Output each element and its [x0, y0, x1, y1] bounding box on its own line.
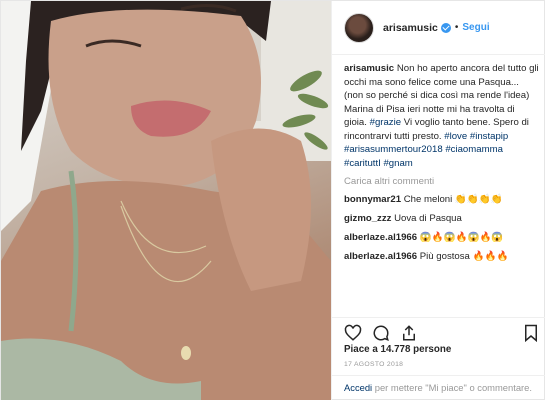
login-prompt: Accedi per mettere "Mi piace" o commenta… — [332, 375, 545, 400]
login-link[interactable]: Accedi — [344, 382, 372, 393]
header-username[interactable]: arisamusic — [383, 22, 438, 34]
comments-section: arisamusic Non ho aperto ancora del tutt… — [344, 62, 540, 263]
comment-username[interactable]: alberlaze.al1966 — [344, 251, 417, 262]
hashtag-love[interactable]: #love — [444, 131, 467, 142]
post-details-panel: arisamusic • Segui arisamusic Non ho ape… — [331, 1, 545, 400]
post-photo[interactable] — [1, 1, 331, 400]
load-more-comments-link[interactable]: Carica altri commenti — [344, 176, 540, 187]
hashtag-caritutti[interactable]: #carituttI — [344, 158, 381, 169]
hashtag-instapip[interactable]: #instapip — [470, 131, 508, 142]
hashtag-grazie[interactable]: #grazie — [370, 117, 401, 128]
hashtag-ciaomamma[interactable]: #ciaomamma — [445, 144, 503, 155]
comment-text: Che meloni 👏👏👏👏 — [403, 194, 503, 205]
comment-username[interactable]: bonnymar21 — [344, 194, 401, 205]
photo-illustration — [1, 1, 331, 400]
verified-badge-icon — [440, 22, 451, 33]
instagram-post: arisamusic • Segui arisamusic Non ho ape… — [0, 0, 545, 400]
post-caption: arisamusic Non ho aperto ancora del tutt… — [344, 62, 540, 170]
post-header: arisamusic • Segui — [332, 1, 545, 55]
caption-username[interactable]: arisamusic — [344, 63, 394, 74]
comment-text: Uova di Pasqua — [394, 213, 462, 224]
post-date: 17 AGOSTO 2018 — [344, 361, 404, 368]
comment-username[interactable]: alberlaze.al1966 — [344, 232, 417, 243]
hashtag-gnam[interactable]: #gnam — [383, 158, 412, 169]
comment-item: bonnymar21 Che meloni 👏👏👏👏 — [344, 193, 540, 206]
separator-dot: • — [454, 22, 459, 33]
action-bar — [332, 317, 545, 347]
avatar[interactable] — [344, 12, 374, 43]
comment-text: 😱🔥😱🔥😱🔥😱 — [419, 232, 504, 243]
comment-icon[interactable] — [372, 324, 390, 342]
bookmark-icon[interactable] — [522, 324, 540, 342]
comment-item: alberlaze.al1966 Più gostosa 🔥🔥🔥 — [344, 250, 540, 263]
hashtag-arisasummertour2018[interactable]: #arisasummertour2018 — [344, 144, 443, 155]
comment-text: Più gostosa 🔥🔥🔥 — [419, 251, 509, 262]
share-icon[interactable] — [400, 324, 418, 342]
login-text: per mettere "Mi piace" o commentare. — [372, 382, 532, 393]
likes-count[interactable]: Piace a 14.778 persone — [344, 344, 451, 355]
follow-button[interactable]: Segui — [462, 22, 489, 33]
comment-item: alberlaze.al1966 😱🔥😱🔥😱🔥😱 — [344, 231, 540, 244]
heart-icon[interactable] — [344, 324, 362, 342]
comment-username[interactable]: gizmo_zzz — [344, 213, 391, 224]
comment-item: gizmo_zzz Uova di Pasqua — [344, 212, 540, 225]
